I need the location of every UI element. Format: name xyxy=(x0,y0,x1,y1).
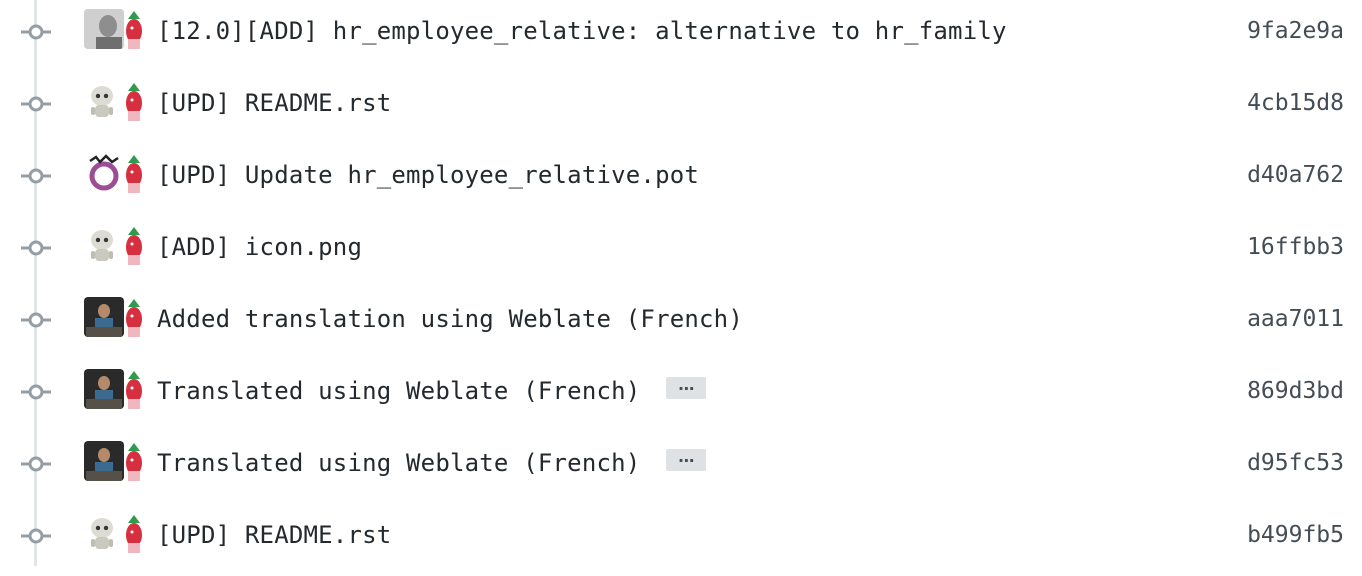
author-avatars xyxy=(84,153,146,193)
coauthor-avatar[interactable] xyxy=(124,369,144,409)
author-avatar[interactable] xyxy=(84,9,124,49)
coauthor-avatar[interactable] xyxy=(124,81,144,121)
coauthor-avatar[interactable] xyxy=(124,441,144,481)
git-commit-icon xyxy=(21,312,51,328)
author-avatar[interactable] xyxy=(84,81,124,121)
commit-message-link[interactable]: [ADD] icon.png xyxy=(157,233,362,261)
git-commit-icon xyxy=(21,456,51,472)
avatar-red-cartoon-icon xyxy=(124,9,144,49)
author-avatar[interactable] xyxy=(84,369,124,409)
author-avatars xyxy=(84,297,146,337)
commit-message-link[interactable]: Translated using Weblate (French) xyxy=(157,377,640,405)
avatar-red-cartoon-icon xyxy=(124,225,144,265)
avatar-red-cartoon-icon xyxy=(124,513,144,553)
author-avatar[interactable] xyxy=(84,297,124,337)
author-avatar[interactable] xyxy=(84,153,124,193)
git-commit-icon xyxy=(21,96,51,112)
author-avatars xyxy=(84,513,146,553)
author-avatars xyxy=(84,441,146,481)
coauthor-avatar[interactable] xyxy=(124,225,144,265)
commit-row: Translated using Weblate (French) … d95fc… xyxy=(0,432,1362,504)
avatar-red-cartoon-icon xyxy=(124,441,144,481)
commit-list: [12.0][ADD] hr_employee_relative: altern… xyxy=(0,0,1362,576)
commit-message-link[interactable]: [UPD] README.rst xyxy=(157,521,391,549)
avatar-robot-icon xyxy=(84,225,124,265)
commit-sha-link[interactable]: 4cb15d8 xyxy=(1247,87,1344,119)
commit-sha-link[interactable]: b499fb5 xyxy=(1247,519,1344,551)
coauthor-avatar[interactable] xyxy=(124,9,144,49)
commit-row: Translated using Weblate (French) … 869d3… xyxy=(0,360,1362,432)
author-avatar[interactable] xyxy=(84,225,124,265)
commit-row: [UPD] Update hr_employee_relative.pot d4… xyxy=(0,144,1362,216)
commit-sha-link[interactable]: 16ffbb3 xyxy=(1247,231,1344,263)
coauthor-avatar[interactable] xyxy=(124,153,144,193)
avatar-red-cartoon-icon xyxy=(124,153,144,193)
avatar-photo-dark-icon xyxy=(84,369,124,409)
commit-message-link[interactable]: Translated using Weblate (French) xyxy=(157,449,640,477)
commit-message-link[interactable]: [12.0][ADD] hr_employee_relative: altern… xyxy=(157,17,1007,45)
commit-row: [UPD] README.rst 4cb15d8 xyxy=(0,72,1362,144)
commit-message-link[interactable]: [UPD] README.rst xyxy=(157,89,391,117)
commit-sha-link[interactable]: d95fc53 xyxy=(1247,447,1344,479)
avatar-ring-icon xyxy=(84,153,124,193)
commit-message-link[interactable]: [UPD] Update hr_employee_relative.pot xyxy=(157,161,699,189)
commit-sha-link[interactable]: 869d3bd xyxy=(1247,375,1344,407)
author-avatar[interactable] xyxy=(84,513,124,553)
avatar-red-cartoon-icon xyxy=(124,81,144,121)
avatar-robot-icon xyxy=(84,513,124,553)
git-commit-icon xyxy=(21,384,51,400)
avatar-photo-gray-icon xyxy=(84,9,124,49)
commit-sha-link[interactable]: d40a762 xyxy=(1247,159,1344,191)
avatar-red-cartoon-icon xyxy=(124,369,144,409)
author-avatars xyxy=(84,369,146,409)
git-commit-icon xyxy=(21,168,51,184)
author-avatar[interactable] xyxy=(84,441,124,481)
author-avatars xyxy=(84,225,146,265)
commit-row: Added translation using Weblate (French)… xyxy=(0,288,1362,360)
commit-row: [ADD] icon.png 16ffbb3 xyxy=(0,216,1362,288)
commit-sha-link[interactable]: aaa7011 xyxy=(1247,303,1344,335)
author-avatars xyxy=(84,9,146,49)
avatar-photo-dark-icon xyxy=(84,297,124,337)
author-avatars xyxy=(84,81,146,121)
commit-row: [12.0][ADD] hr_employee_relative: altern… xyxy=(0,0,1362,72)
avatar-robot-icon xyxy=(84,81,124,121)
expand-message-button[interactable]: … xyxy=(666,377,707,399)
git-commit-icon xyxy=(21,24,51,40)
coauthor-avatar[interactable] xyxy=(124,297,144,337)
commit-row: [UPD] README.rst b499fb5 xyxy=(0,504,1362,576)
commit-sha-link[interactable]: 9fa2e9a xyxy=(1247,15,1344,47)
avatar-photo-dark-icon xyxy=(84,441,124,481)
git-commit-icon xyxy=(21,240,51,256)
avatar-red-cartoon-icon xyxy=(124,297,144,337)
coauthor-avatar[interactable] xyxy=(124,513,144,553)
expand-message-button[interactable]: … xyxy=(666,449,707,471)
commit-message-link[interactable]: Added translation using Weblate (French) xyxy=(157,305,743,333)
git-commit-icon xyxy=(21,528,51,544)
